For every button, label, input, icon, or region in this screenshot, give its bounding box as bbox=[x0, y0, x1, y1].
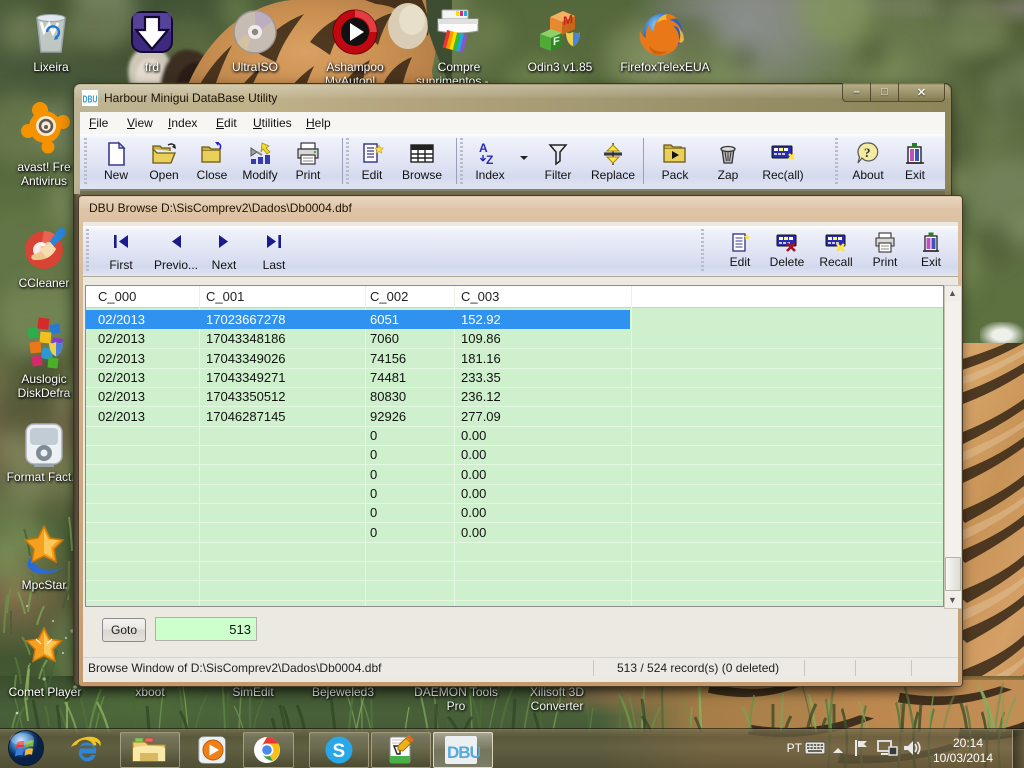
svg-text:DBU: DBU bbox=[83, 95, 98, 106]
svg-text:M: M bbox=[563, 12, 573, 28]
svg-text:Z: Z bbox=[486, 153, 493, 167]
svg-text:F: F bbox=[553, 35, 560, 48]
svg-text:?: ? bbox=[864, 145, 871, 160]
svg-text:S: S bbox=[333, 741, 346, 762]
svg-text:DBU: DBU bbox=[447, 743, 480, 762]
